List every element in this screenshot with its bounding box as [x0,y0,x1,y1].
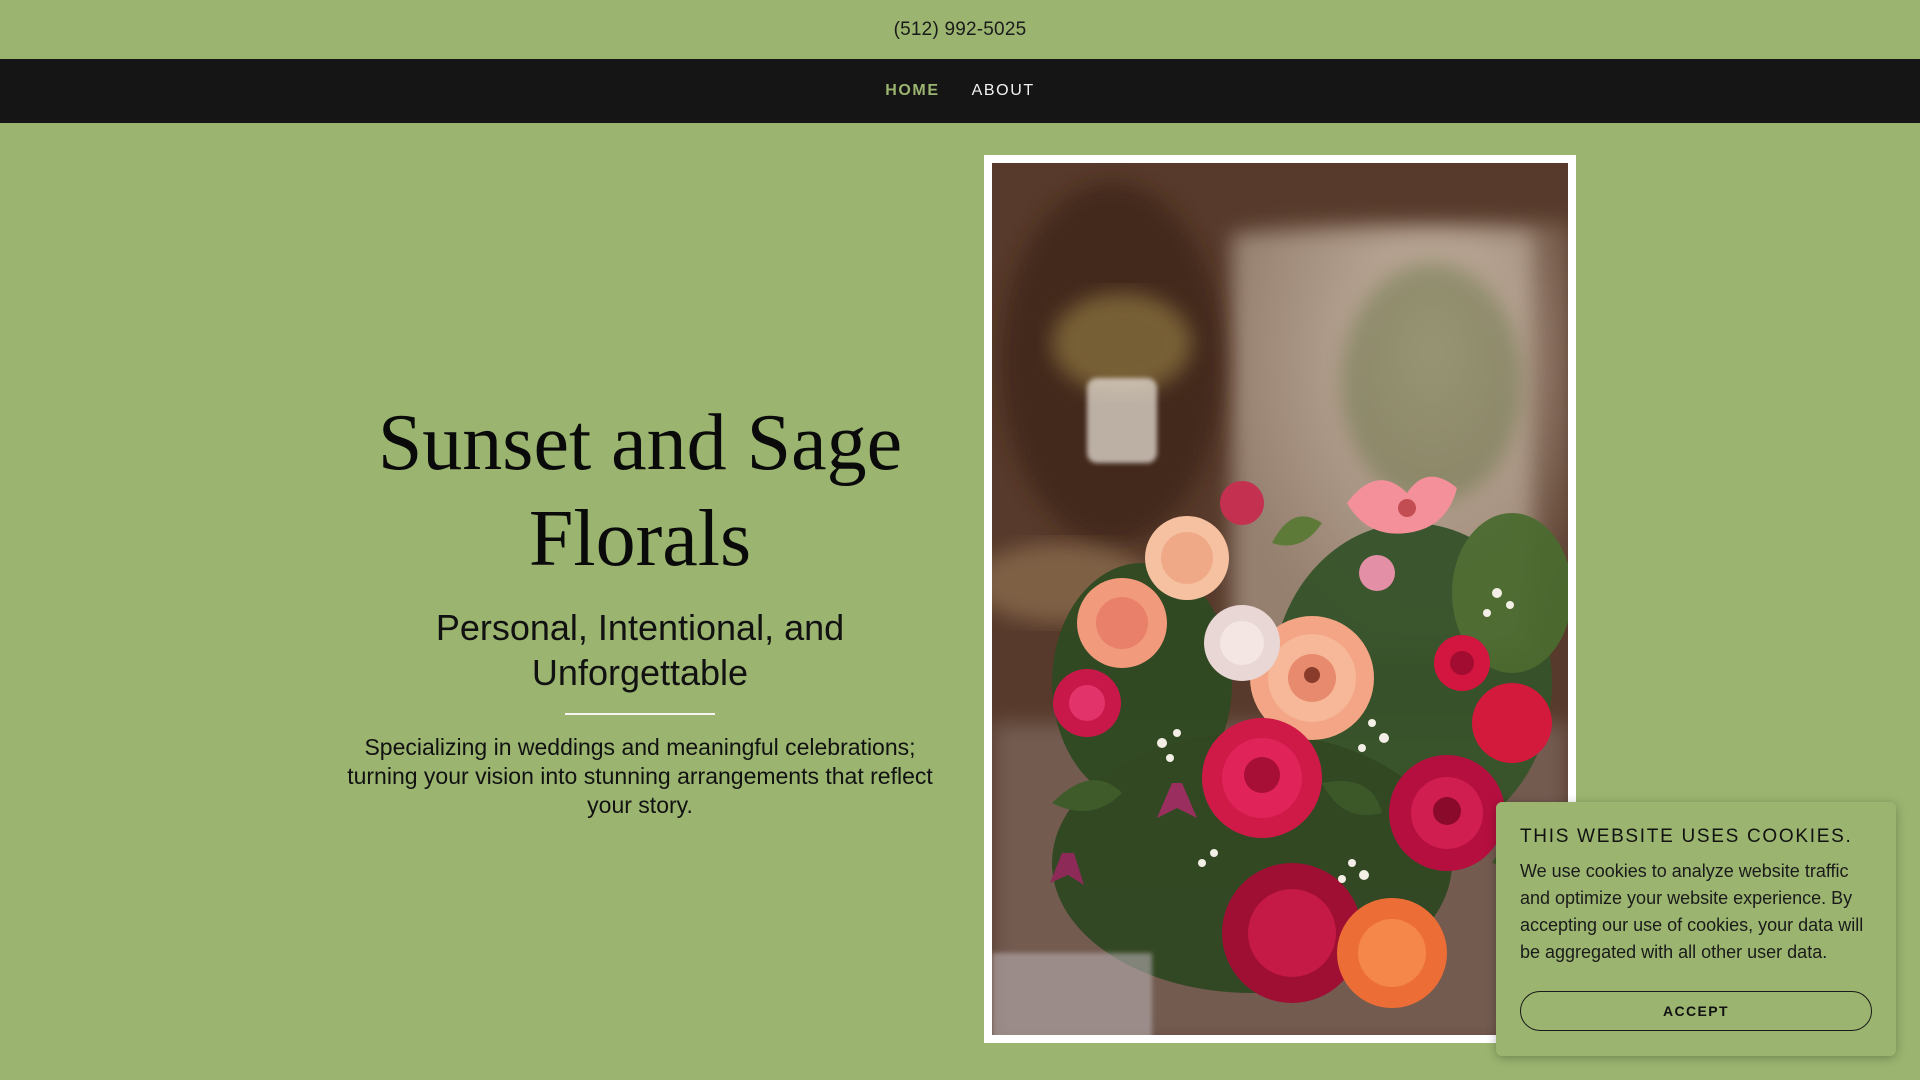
hero-subtitle: Personal, Intentional, and Unforgettable [435,607,845,693]
main-navigation: HOME ABOUT [0,59,1920,123]
hero-text-block: Sunset and Sage Florals Personal, Intent… [335,395,945,820]
cookie-banner-title: THIS WEBSITE USES COOKIES. [1520,826,1853,847]
cookie-banner-text: We use cookies to analyze website traffi… [1520,861,1864,962]
hero-description: Specializing in weddings and meaningful … [347,734,933,818]
accept-cookies-button[interactable]: ACCEPT [1520,991,1872,1031]
phone-link[interactable]: (512) 992-5025 [894,19,1027,41]
nav-about-link[interactable]: ABOUT [972,82,1035,100]
hero-divider [565,713,715,715]
cookie-consent-banner: THIS WEBSITE USES COOKIES. We use cookie… [1496,802,1896,1056]
bouquet-illustration [992,163,1568,1035]
floral-bouquet-image [992,163,1568,1035]
top-contact-bar: (512) 992-5025 [0,0,1920,59]
hero-image-frame [984,155,1576,1043]
hero-title: Sunset and Sage Florals [377,399,903,583]
nav-home-link[interactable]: HOME [885,82,939,100]
